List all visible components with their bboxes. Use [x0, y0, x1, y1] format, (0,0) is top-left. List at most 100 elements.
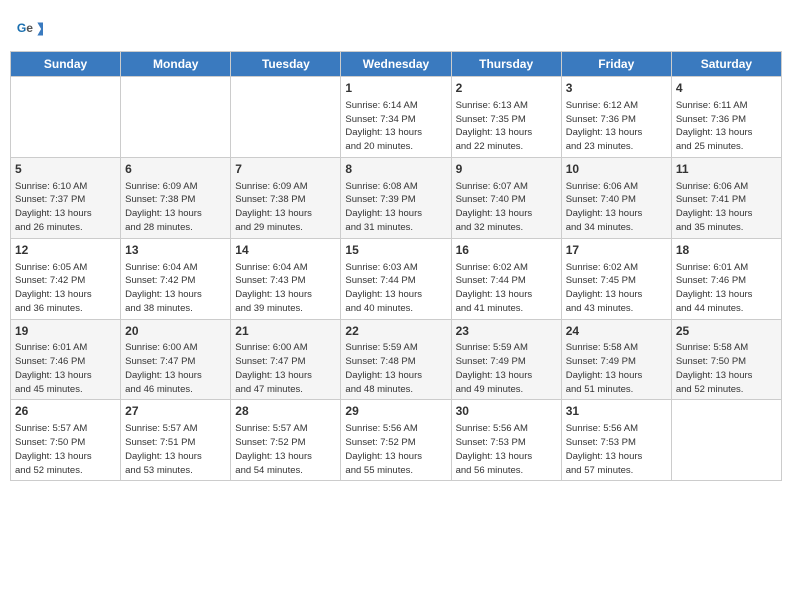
day-info: Sunrise: 6:00 AM Sunset: 7:47 PM Dayligh… — [125, 341, 226, 396]
day-info: Sunrise: 6:04 AM Sunset: 7:42 PM Dayligh… — [125, 261, 226, 316]
day-info: Sunrise: 5:58 AM Sunset: 7:49 PM Dayligh… — [566, 341, 667, 396]
calendar-cell: 31Sunrise: 5:56 AM Sunset: 7:53 PM Dayli… — [561, 400, 671, 481]
calendar-cell: 12 Sunrise: 6:05 AM Sunset: 7:42 PM Dayli… — [11, 238, 121, 319]
day-number: 11 — [676, 161, 777, 178]
calendar-cell: 7 Sunrise: 6:09 AM Sunset: 7:38 PM Daylig… — [231, 157, 341, 238]
day-number: 9 — [456, 161, 557, 178]
calendar-cell: 13 Sunrise: 6:04 AM Sunset: 7:42 PM Dayli… — [121, 238, 231, 319]
calendar-cell: 3 Sunrise: 6:12 AM Sunset: 7:36 PM Daylig… — [561, 77, 671, 158]
weekday-header-row: SundayMondayTuesdayWednesdayThursdayFrid… — [11, 52, 782, 77]
weekday-header-friday: Friday — [561, 52, 671, 77]
calendar-week-row: 1 Sunrise: 6:14 AM Sunset: 7:34 PM Daylig… — [11, 77, 782, 158]
day-info: Sunrise: 5:57 AM Sunset: 7:52 PM Dayligh… — [235, 422, 336, 477]
day-number: 24 — [566, 323, 667, 340]
day-info: Sunrise: 5:56 AM Sunset: 7:52 PM Dayligh… — [345, 422, 446, 477]
day-info: Sunrise: 6:10 AM Sunset: 7:37 PM Dayligh… — [15, 180, 116, 235]
page-header: G e — [10, 10, 782, 43]
day-number: 1 — [345, 80, 446, 97]
calendar-cell: 20Sunrise: 6:00 AM Sunset: 7:47 PM Dayli… — [121, 319, 231, 400]
day-number: 23 — [456, 323, 557, 340]
weekday-header-sunday: Sunday — [11, 52, 121, 77]
day-number: 13 — [125, 242, 226, 259]
day-number: 20 — [125, 323, 226, 340]
day-number: 6 — [125, 161, 226, 178]
day-info: Sunrise: 6:05 AM Sunset: 7:42 PM Dayligh… — [15, 261, 116, 316]
day-number: 29 — [345, 403, 446, 420]
calendar-cell: 8 Sunrise: 6:08 AM Sunset: 7:39 PM Daylig… — [341, 157, 451, 238]
calendar-cell: 19Sunrise: 6:01 AM Sunset: 7:46 PM Dayli… — [11, 319, 121, 400]
weekday-header-wednesday: Wednesday — [341, 52, 451, 77]
day-info: Sunrise: 6:08 AM Sunset: 7:39 PM Dayligh… — [345, 180, 446, 235]
day-number: 4 — [676, 80, 777, 97]
calendar-cell: 25Sunrise: 5:58 AM Sunset: 7:50 PM Dayli… — [671, 319, 781, 400]
day-number: 8 — [345, 161, 446, 178]
calendar-cell: 28 Sunrise: 5:57 AM Sunset: 7:52 PM Dayli… — [231, 400, 341, 481]
day-number: 7 — [235, 161, 336, 178]
day-info: Sunrise: 6:03 AM Sunset: 7:44 PM Dayligh… — [345, 261, 446, 316]
day-number: 10 — [566, 161, 667, 178]
calendar-week-row: 5 Sunrise: 6:10 AM Sunset: 7:37 PM Daylig… — [11, 157, 782, 238]
calendar-cell: 17Sunrise: 6:02 AM Sunset: 7:45 PM Dayli… — [561, 238, 671, 319]
calendar-cell: 21Sunrise: 6:00 AM Sunset: 7:47 PM Dayli… — [231, 319, 341, 400]
day-info: Sunrise: 6:06 AM Sunset: 7:41 PM Dayligh… — [676, 180, 777, 235]
calendar-cell: 27 Sunrise: 5:57 AM Sunset: 7:51 PM Dayli… — [121, 400, 231, 481]
calendar-cell — [121, 77, 231, 158]
day-info: Sunrise: 5:59 AM Sunset: 7:48 PM Dayligh… — [345, 341, 446, 396]
calendar-cell: 18Sunrise: 6:01 AM Sunset: 7:46 PM Dayli… — [671, 238, 781, 319]
day-info: Sunrise: 6:01 AM Sunset: 7:46 PM Dayligh… — [676, 261, 777, 316]
calendar-week-row: 12 Sunrise: 6:05 AM Sunset: 7:42 PM Dayli… — [11, 238, 782, 319]
calendar-table: SundayMondayTuesdayWednesdayThursdayFrid… — [10, 51, 782, 481]
calendar-cell: 26 Sunrise: 5:57 AM Sunset: 7:50 PM Dayli… — [11, 400, 121, 481]
calendar-cell: 6 Sunrise: 6:09 AM Sunset: 7:38 PM Daylig… — [121, 157, 231, 238]
weekday-header-tuesday: Tuesday — [231, 52, 341, 77]
calendar-cell — [11, 77, 121, 158]
calendar-cell: 2Sunrise: 6:13 AM Sunset: 7:35 PM Daylig… — [451, 77, 561, 158]
calendar-cell: 4 Sunrise: 6:11 AM Sunset: 7:36 PM Daylig… — [671, 77, 781, 158]
calendar-cell: 30 Sunrise: 5:56 AM Sunset: 7:53 PM Dayli… — [451, 400, 561, 481]
calendar-cell — [231, 77, 341, 158]
logo-icon: G e — [15, 15, 43, 43]
calendar-cell — [671, 400, 781, 481]
weekday-header-saturday: Saturday — [671, 52, 781, 77]
day-info: Sunrise: 5:57 AM Sunset: 7:50 PM Dayligh… — [15, 422, 116, 477]
calendar-cell: 10Sunrise: 6:06 AM Sunset: 7:40 PM Dayli… — [561, 157, 671, 238]
day-info: Sunrise: 5:58 AM Sunset: 7:50 PM Dayligh… — [676, 341, 777, 396]
day-number: 25 — [676, 323, 777, 340]
day-info: Sunrise: 6:14 AM Sunset: 7:34 PM Dayligh… — [345, 99, 446, 154]
day-number: 14 — [235, 242, 336, 259]
day-number: 3 — [566, 80, 667, 97]
day-number: 16 — [456, 242, 557, 259]
calendar-cell: 23Sunrise: 5:59 AM Sunset: 7:49 PM Dayli… — [451, 319, 561, 400]
day-info: Sunrise: 6:01 AM Sunset: 7:46 PM Dayligh… — [15, 341, 116, 396]
day-number: 12 — [15, 242, 116, 259]
day-info: Sunrise: 5:56 AM Sunset: 7:53 PM Dayligh… — [456, 422, 557, 477]
calendar-cell: 24Sunrise: 5:58 AM Sunset: 7:49 PM Dayli… — [561, 319, 671, 400]
calendar-cell: 15Sunrise: 6:03 AM Sunset: 7:44 PM Dayli… — [341, 238, 451, 319]
day-info: Sunrise: 5:57 AM Sunset: 7:51 PM Dayligh… — [125, 422, 226, 477]
day-number: 5 — [15, 161, 116, 178]
weekday-header-monday: Monday — [121, 52, 231, 77]
day-info: Sunrise: 6:09 AM Sunset: 7:38 PM Dayligh… — [125, 180, 226, 235]
day-number: 30 — [456, 403, 557, 420]
svg-text:G: G — [17, 21, 26, 35]
calendar-cell: 29 Sunrise: 5:56 AM Sunset: 7:52 PM Dayli… — [341, 400, 451, 481]
calendar-cell: 16Sunrise: 6:02 AM Sunset: 7:44 PM Dayli… — [451, 238, 561, 319]
day-info: Sunrise: 6:11 AM Sunset: 7:36 PM Dayligh… — [676, 99, 777, 154]
calendar-cell: 14Sunrise: 6:04 AM Sunset: 7:43 PM Dayli… — [231, 238, 341, 319]
weekday-header-thursday: Thursday — [451, 52, 561, 77]
day-number: 26 — [15, 403, 116, 420]
day-number: 19 — [15, 323, 116, 340]
svg-text:e: e — [26, 21, 33, 35]
logo: G e — [15, 15, 45, 43]
day-number: 22 — [345, 323, 446, 340]
calendar-cell: 1 Sunrise: 6:14 AM Sunset: 7:34 PM Daylig… — [341, 77, 451, 158]
day-info: Sunrise: 6:09 AM Sunset: 7:38 PM Dayligh… — [235, 180, 336, 235]
day-number: 27 — [125, 403, 226, 420]
day-number: 17 — [566, 242, 667, 259]
day-info: Sunrise: 6:12 AM Sunset: 7:36 PM Dayligh… — [566, 99, 667, 154]
day-info: Sunrise: 6:00 AM Sunset: 7:47 PM Dayligh… — [235, 341, 336, 396]
day-info: Sunrise: 5:59 AM Sunset: 7:49 PM Dayligh… — [456, 341, 557, 396]
calendar-week-row: 26 Sunrise: 5:57 AM Sunset: 7:50 PM Dayli… — [11, 400, 782, 481]
day-number: 28 — [235, 403, 336, 420]
day-number: 21 — [235, 323, 336, 340]
